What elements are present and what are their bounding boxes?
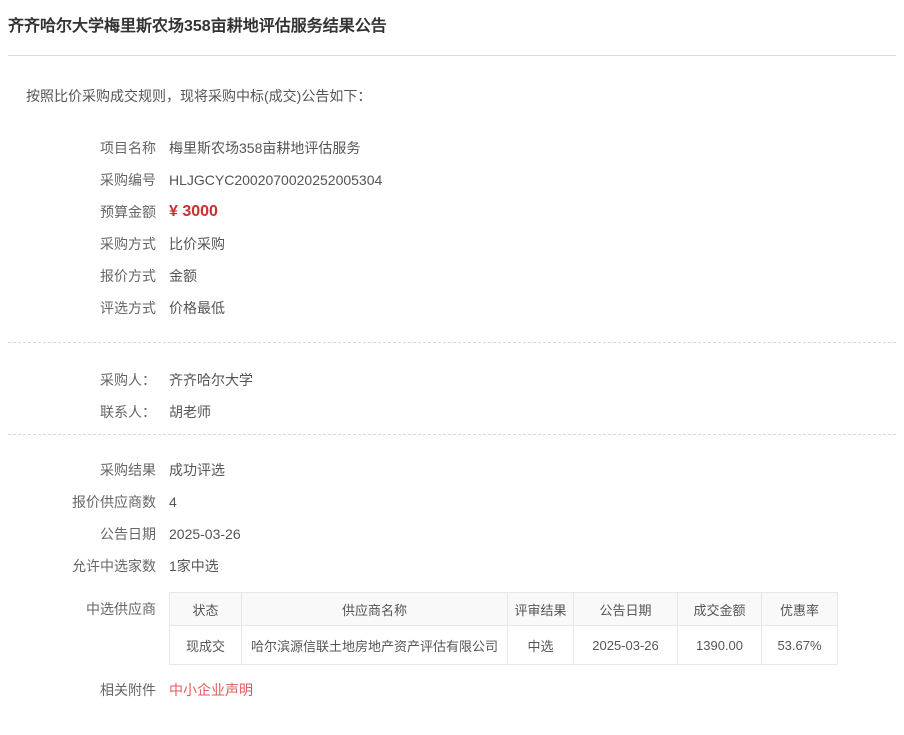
field-label: 报价供应商数: [8, 492, 156, 512]
winner-table-wrap: 状态 供应商名称 评审结果 公告日期 成交金额 优惠率 现成交 哈尔滨源信联土地…: [169, 592, 838, 665]
field-project-name: 项目名称 梅里斯农场358亩耕地评估服务: [8, 138, 896, 158]
field-label: 联系人：: [8, 402, 156, 422]
field-budget-amount: 预算金额 ¥ 3000: [8, 202, 896, 222]
dashed-divider: [8, 342, 896, 343]
col-header-review-result: 评审结果: [508, 593, 574, 626]
field-value: 2025-03-26: [169, 524, 241, 544]
field-value: 梅里斯农场358亩耕地评估服务: [169, 138, 360, 158]
announcement-page: 齐齐哈尔大学梅里斯农场358亩耕地评估服务结果公告 按照比价采购成交规则，现将采…: [0, 16, 904, 700]
attachments-section: 相关附件 中小企业声明: [8, 680, 896, 700]
col-header-discount-rate: 优惠率: [762, 593, 838, 626]
field-label: 项目名称: [8, 138, 156, 158]
col-header-deal-amount: 成交金额: [678, 593, 762, 626]
budget-amount: ¥ 3000: [169, 202, 218, 222]
cell-announce-date: 2025-03-26: [574, 626, 678, 665]
field-selection-method: 评选方式 价格最低: [8, 298, 896, 318]
field-allowed-winners: 允许中选家数 1家中选: [8, 556, 896, 576]
field-label: 采购方式: [8, 234, 156, 254]
field-value: 4: [169, 492, 177, 512]
result-info-section: 采购结果 成功评选 报价供应商数 4 公告日期 2025-03-26 允许中选家…: [8, 460, 896, 576]
winner-table: 状态 供应商名称 评审结果 公告日期 成交金额 优惠率 现成交 哈尔滨源信联土地…: [169, 592, 838, 665]
field-procurement-number: 采购编号 HLJGCYC2002070020252005304: [8, 170, 896, 190]
field-label: 允许中选家数: [8, 556, 156, 576]
project-info-section: 项目名称 梅里斯农场358亩耕地评估服务 采购编号 HLJGCYC2002070…: [8, 138, 896, 318]
field-procurement-method: 采购方式 比价采购: [8, 234, 896, 254]
field-label: 预算金额: [8, 202, 156, 222]
field-value: 1家中选: [169, 556, 219, 576]
cell-review-result: 中选: [508, 626, 574, 665]
field-announcement-date: 公告日期 2025-03-26: [8, 524, 896, 544]
attachment-link[interactable]: 中小企业声明: [169, 680, 253, 700]
field-label: 评选方式: [8, 298, 156, 318]
field-quote-method: 报价方式 金额: [8, 266, 896, 286]
field-value: 比价采购: [169, 234, 225, 254]
table-row: 现成交 哈尔滨源信联土地房地产资产评估有限公司 中选 2025-03-26 13…: [170, 626, 838, 665]
field-label: 采购人：: [8, 370, 156, 390]
field-value: 金额: [169, 266, 197, 286]
cell-status: 现成交: [170, 626, 242, 665]
intro-text: 按照比价采购成交规则，现将采购中标(成交)公告如下：: [26, 88, 896, 104]
col-header-status: 状态: [170, 593, 242, 626]
field-value: 价格最低: [169, 298, 225, 318]
field-value: 胡老师: [169, 402, 211, 422]
field-value: HLJGCYC2002070020252005304: [169, 170, 382, 190]
field-buyer: 采购人： 齐齐哈尔大学: [8, 370, 896, 390]
field-contact-person: 联系人： 胡老师: [8, 402, 896, 422]
col-header-supplier-name: 供应商名称: [242, 593, 508, 626]
field-supplier-count: 报价供应商数 4: [8, 492, 896, 512]
cell-deal-amount: 1390.00: [678, 626, 762, 665]
field-label: 相关附件: [8, 680, 156, 700]
field-value: 成功评选: [169, 460, 225, 480]
field-label: 中选供应商: [8, 592, 156, 626]
cell-supplier-name: 哈尔滨源信联土地房地产资产评估有限公司: [242, 626, 508, 665]
field-label: 采购编号: [8, 170, 156, 190]
dashed-divider: [8, 434, 896, 435]
table-header-row: 状态 供应商名称 评审结果 公告日期 成交金额 优惠率: [170, 593, 838, 626]
field-procurement-result: 采购结果 成功评选: [8, 460, 896, 480]
col-header-announce-date: 公告日期: [574, 593, 678, 626]
field-value: 齐齐哈尔大学: [169, 370, 253, 390]
field-label: 报价方式: [8, 266, 156, 286]
field-label: 采购结果: [8, 460, 156, 480]
field-label: 公告日期: [8, 524, 156, 544]
title-divider: [8, 55, 896, 56]
winner-supplier-section: 中选供应商 状态 供应商名称 评审结果 公告日期: [8, 592, 896, 665]
cell-discount-rate: 53.67%: [762, 626, 838, 665]
buyer-info-section: 采购人： 齐齐哈尔大学 联系人： 胡老师: [8, 370, 896, 422]
page-title: 齐齐哈尔大学梅里斯农场358亩耕地评估服务结果公告: [8, 16, 896, 38]
